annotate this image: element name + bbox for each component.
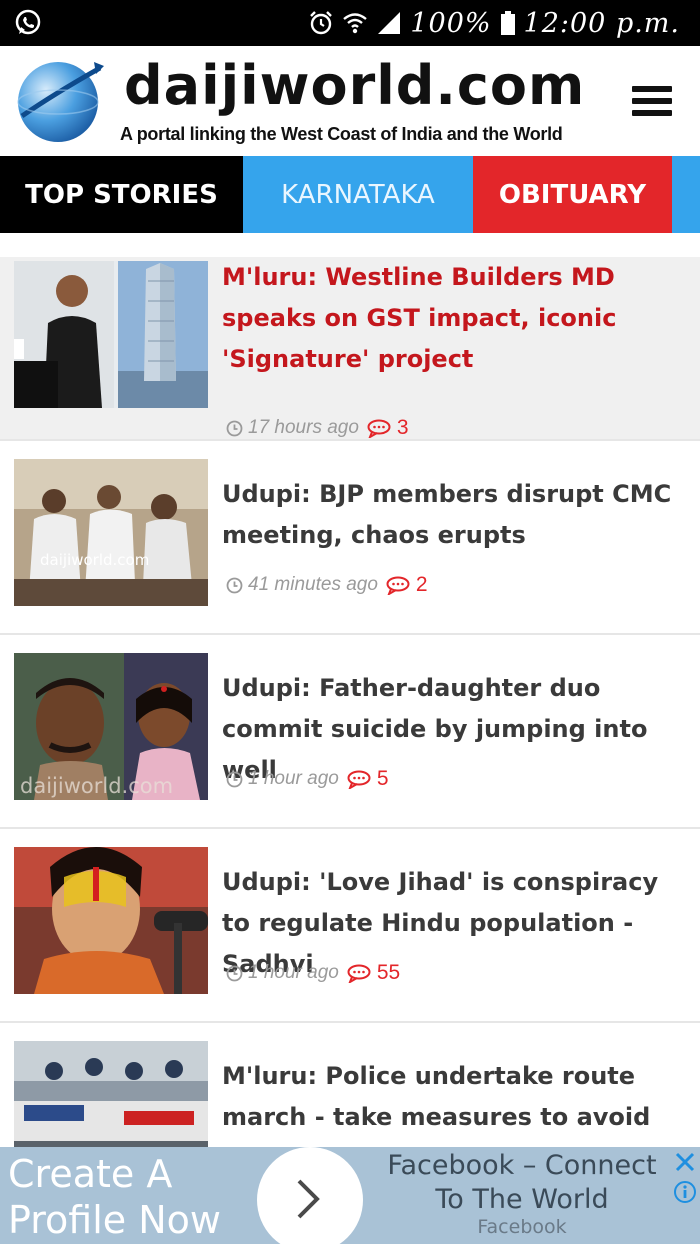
hamburger-menu-icon[interactable] bbox=[632, 86, 672, 120]
site-name[interactable]: daijiworld.com bbox=[124, 54, 585, 117]
ad-headline-line1: Facebook – Connect bbox=[387, 1150, 657, 1181]
list-item[interactable]: daijiworld.com Udupi: Father-daughter du… bbox=[0, 637, 700, 829]
site-header: daijiworld.com A portal linking the West… bbox=[0, 46, 700, 156]
tab-top-stories[interactable]: TOP STORIES bbox=[0, 156, 243, 233]
list-item[interactable]: M'luru: Westline Builders MD speaks on G… bbox=[0, 257, 700, 441]
article-thumbnail[interactable]: daijiworld.com bbox=[14, 653, 208, 800]
alarm-icon bbox=[310, 11, 333, 35]
clock-icon bbox=[226, 420, 243, 436]
article-meta: 1 hour ago 5 bbox=[226, 767, 389, 791]
battery-icon bbox=[500, 11, 515, 35]
whatsapp-notification-icon bbox=[15, 9, 41, 35]
chevron-right-icon bbox=[297, 1179, 320, 1219]
article-meta: 1 hour ago 55 bbox=[226, 961, 400, 985]
clock-time: 12:00 p.m. bbox=[523, 7, 680, 39]
comment-icon[interactable] bbox=[367, 419, 391, 438]
ad-arrow-button[interactable] bbox=[257, 1147, 363, 1244]
ad-source: Facebook bbox=[477, 1216, 567, 1238]
battery-percent: 100% bbox=[410, 7, 492, 39]
globe-logo-icon[interactable] bbox=[14, 54, 106, 146]
clock-icon bbox=[226, 771, 243, 787]
list-item[interactable]: M'luru: Police undertake route march - t… bbox=[0, 1025, 700, 1188]
comment-icon[interactable] bbox=[347, 770, 371, 789]
article-time: 41 minutes ago bbox=[248, 574, 378, 595]
thumbnail-watermark: daijiworld.com bbox=[20, 774, 173, 798]
ad-headline-line2: To The World bbox=[435, 1184, 609, 1215]
article-meta: 17 hours ago 3 bbox=[226, 416, 409, 440]
tab-next-partial[interactable] bbox=[672, 156, 700, 233]
comment-count[interactable]: 2 bbox=[416, 573, 428, 597]
ad-close-icon[interactable] bbox=[673, 1150, 697, 1174]
comment-count[interactable]: 5 bbox=[377, 767, 389, 791]
banner-ad[interactable]: Create A Profile Now Facebook – Connect … bbox=[0, 1147, 700, 1244]
article-title[interactable]: M'luru: Westline Builders MD speaks on G… bbox=[222, 257, 687, 380]
article-title[interactable]: Udupi: BJP members disrupt CMC meeting, … bbox=[222, 474, 687, 556]
list-item[interactable]: Udupi: 'Love Jihad' is conspiracy to reg… bbox=[0, 831, 700, 1023]
signal-icon bbox=[378, 12, 401, 34]
ad-headline[interactable]: Facebook – Connect To The World bbox=[372, 1149, 672, 1217]
ad-text-line1: Create A bbox=[8, 1152, 173, 1196]
article-thumbnail[interactable] bbox=[14, 847, 208, 994]
clock-icon bbox=[226, 577, 243, 593]
wifi-icon bbox=[343, 13, 368, 34]
ad-text-line2: Profile Now bbox=[8, 1198, 221, 1242]
article-time: 1 hour ago bbox=[248, 962, 339, 983]
status-bar: 100% 12:00 p.m. bbox=[0, 0, 700, 46]
comment-count[interactable]: 55 bbox=[377, 961, 400, 985]
ad-info-icon[interactable] bbox=[673, 1180, 697, 1204]
clock-icon bbox=[226, 965, 243, 981]
comment-count[interactable]: 3 bbox=[397, 416, 409, 440]
tab-obituary[interactable]: OBITUARY bbox=[473, 156, 672, 233]
article-time: 1 hour ago bbox=[248, 768, 339, 789]
site-tagline: A portal linking the West Coast of India… bbox=[120, 124, 563, 144]
article-time: 17 hours ago bbox=[248, 417, 359, 438]
ad-text[interactable]: Create A Profile Now bbox=[8, 1151, 221, 1243]
tab-karnataka[interactable]: KARNATAKA bbox=[243, 156, 473, 233]
article-thumbnail[interactable]: daijiworld.com bbox=[14, 459, 208, 606]
category-tabs: TOP STORIES KARNATAKA OBITUARY bbox=[0, 156, 700, 233]
list-item[interactable]: daijiworld.com Udupi: BJP members disrup… bbox=[0, 443, 700, 635]
thumbnail-watermark: daijiworld.com bbox=[40, 551, 149, 569]
article-meta: 41 minutes ago 2 bbox=[226, 573, 428, 597]
article-thumbnail[interactable] bbox=[14, 261, 208, 408]
comment-icon[interactable] bbox=[386, 576, 410, 595]
comment-icon[interactable] bbox=[347, 964, 371, 983]
